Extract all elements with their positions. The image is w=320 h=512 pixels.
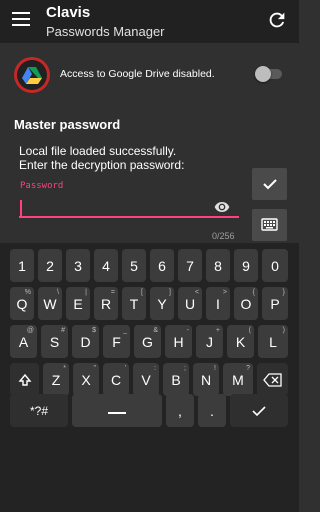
google-drive-logo xyxy=(14,57,50,93)
password-field-label: Password xyxy=(20,181,64,191)
key-g[interactable]: G & xyxy=(134,325,161,358)
app-subtitle: Passwords Manager xyxy=(46,24,165,39)
key-0[interactable]: 0 xyxy=(262,249,288,282)
key-v[interactable]: V: xyxy=(133,363,159,396)
key-o[interactable]: O{ xyxy=(234,287,258,320)
drive-toggle-thumb[interactable] xyxy=(255,66,271,82)
password-input[interactable] xyxy=(19,196,239,218)
checkmark-icon xyxy=(263,179,277,190)
show-password-eye-icon[interactable] xyxy=(212,199,232,215)
key-y[interactable]: Y] xyxy=(150,287,174,320)
menu-icon[interactable] xyxy=(12,12,30,28)
backspace-icon xyxy=(262,372,282,387)
status-message: Local file loaded successfully. xyxy=(19,144,177,158)
keyboard-icon xyxy=(261,218,278,231)
enter-key[interactable] xyxy=(230,394,288,427)
key-6[interactable]: 6 xyxy=(150,249,174,282)
key-1[interactable]: 1 xyxy=(10,249,34,282)
key-z[interactable]: Z * xyxy=(43,363,69,396)
app-title: Clavis xyxy=(46,4,91,21)
key-r[interactable]: R = xyxy=(94,287,118,320)
app-bar: Clavis Passwords Manager xyxy=(0,0,299,43)
checkmark-icon xyxy=(252,405,266,416)
key-l[interactable]: L) xyxy=(258,325,288,358)
key-x[interactable]: X " xyxy=(73,363,99,396)
shift-key[interactable] xyxy=(10,363,39,396)
key-s[interactable]: S # xyxy=(41,325,68,358)
shift-icon xyxy=(18,373,31,386)
google-drive-row: Access to Google Drive disabled. xyxy=(0,50,299,100)
soft-keyboard: 1 2 3 4 5 6 7 8 9 0 Q% W \ E | R = T[ Y] U <… xyxy=(0,243,299,512)
key-q[interactable]: Q% xyxy=(10,287,34,320)
section-title: Master password xyxy=(14,117,121,132)
comma-key[interactable]: , xyxy=(166,394,194,427)
key-u[interactable]: U < xyxy=(178,287,202,320)
key-t[interactable]: T[ xyxy=(122,287,146,320)
refresh-icon[interactable] xyxy=(266,9,288,31)
key-m[interactable]: M? xyxy=(223,363,253,396)
key-n[interactable]: N! xyxy=(193,363,219,396)
key-b[interactable]: B; xyxy=(163,363,189,396)
key-h[interactable]: H- xyxy=(165,325,192,358)
key-2[interactable]: 2 xyxy=(38,249,62,282)
key-w[interactable]: W \ xyxy=(38,287,62,320)
key-9[interactable]: 9 xyxy=(234,249,258,282)
prompt-message: Enter the decryption password: xyxy=(19,158,185,172)
key-j[interactable]: J + xyxy=(196,325,223,358)
character-counter: 0/256 xyxy=(212,231,235,241)
confirm-button[interactable] xyxy=(252,168,287,200)
key-a[interactable]: A @ xyxy=(10,325,37,358)
key-e[interactable]: E | xyxy=(66,287,90,320)
key-d[interactable]: D $ xyxy=(72,325,99,358)
key-4[interactable]: 4 xyxy=(94,249,118,282)
period-key[interactable]: . xyxy=(198,394,226,427)
symbols-key[interactable]: *?# xyxy=(10,394,68,427)
google-drive-icon xyxy=(22,67,42,84)
key-5[interactable]: 5 xyxy=(122,249,146,282)
backspace-key[interactable] xyxy=(257,363,288,396)
drive-status-label: Access to Google Drive disabled. xyxy=(60,68,215,80)
key-7[interactable]: 7 xyxy=(178,249,202,282)
keyboard-toggle-button[interactable] xyxy=(252,209,287,241)
key-f[interactable]: F _ xyxy=(103,325,130,358)
key-c[interactable]: C ' xyxy=(103,363,129,396)
space-key[interactable] xyxy=(72,394,162,427)
key-i[interactable]: I > xyxy=(206,287,230,320)
space-bar-icon xyxy=(108,411,126,414)
key-8[interactable]: 8 xyxy=(206,249,230,282)
key-p[interactable]: P} xyxy=(262,287,288,320)
key-k[interactable]: K( xyxy=(227,325,254,358)
text-cursor xyxy=(20,200,22,216)
key-3[interactable]: 3 xyxy=(66,249,90,282)
